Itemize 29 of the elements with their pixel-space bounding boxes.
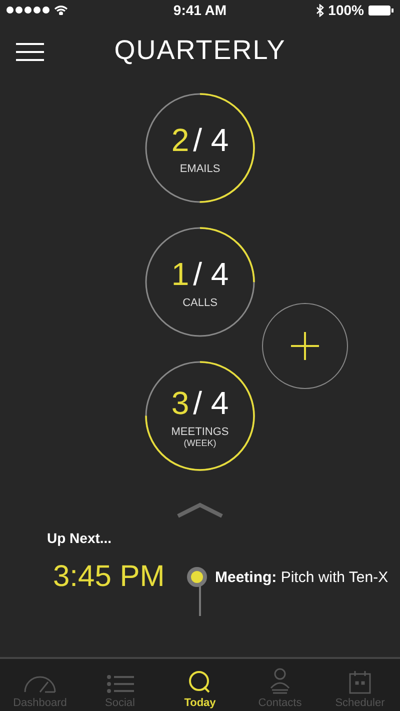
goal-label: CALLS	[182, 296, 218, 308]
event-time: 3:45 PM	[53, 560, 166, 594]
bluetooth-icon	[316, 4, 324, 16]
event-title[interactable]: Meeting: Pitch with Ten-X	[215, 568, 388, 586]
done-count: 2	[171, 122, 190, 158]
person-icon	[269, 668, 291, 694]
goal-label: MEETINGS	[171, 426, 229, 438]
calendar-icon	[348, 670, 372, 694]
page-title: QUARTERLY	[114, 34, 286, 66]
total-count: / 4	[193, 256, 229, 292]
tab[interactable]: Today	[160, 659, 240, 711]
total-count: / 4	[193, 122, 229, 158]
signal-icon	[6, 6, 50, 14]
goal-sublabel: (WEEK)	[184, 438, 216, 448]
goal-label: EMAILS	[180, 162, 220, 174]
battery-icon	[368, 4, 394, 16]
total-count: / 4	[193, 384, 229, 422]
search-icon	[188, 670, 212, 694]
list-icon	[106, 674, 134, 694]
plus-icon	[290, 331, 320, 361]
battery-percent: 100%	[328, 2, 364, 18]
wifi-icon	[54, 5, 68, 15]
chevron-up-icon	[176, 502, 224, 518]
done-count: 3	[171, 384, 190, 422]
done-count: 1	[171, 256, 190, 292]
add-button[interactable]	[262, 303, 348, 389]
clock: 9:41 AM	[173, 2, 227, 18]
menu-button[interactable]	[16, 42, 44, 62]
up-next-heading: Up Next...	[47, 530, 113, 546]
